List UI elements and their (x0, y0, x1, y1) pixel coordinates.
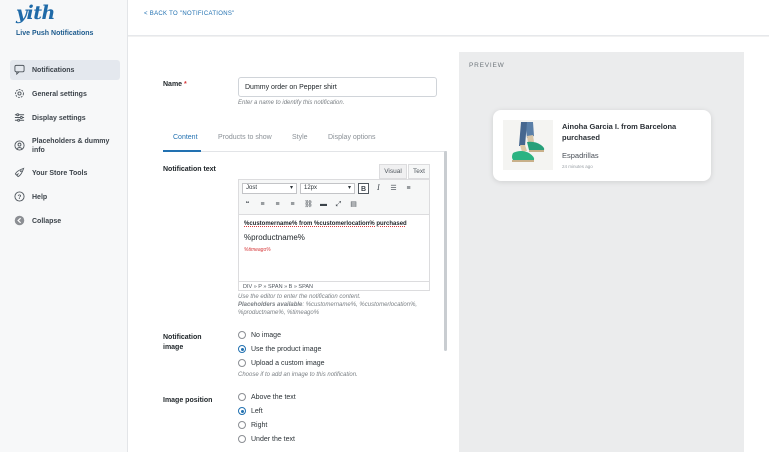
radio-right[interactable]: Right (238, 421, 267, 429)
editor-tab-visual[interactable]: Visual (379, 164, 407, 179)
align-center-icon[interactable]: ≡ (272, 199, 283, 210)
sidebar-item-label: Placeholders & dummy info (32, 138, 110, 154)
sliders-icon (14, 113, 25, 122)
radio-circle (238, 435, 246, 443)
editor-toolbar: Jost ▾ 12px ▾ B I ☰ ≡ “ ≡ ≡ ≡ ⛓ ▬ ⤢ ▤ (239, 180, 429, 215)
name-input[interactable]: Dummy order on Pepper shirt (238, 77, 437, 97)
sidebar-item-label: General settings (32, 91, 87, 98)
notification-image-label: Notification image (163, 334, 202, 351)
back-to-notifications-link[interactable]: < BACK TO "NOTIFICATIONS" (144, 11, 235, 17)
sidebar-item-notifications[interactable]: Notifications (10, 60, 120, 80)
sidebar-item-general-settings[interactable]: General settings (10, 84, 120, 104)
editor-line-timeago: %timeago% (244, 247, 271, 253)
sidebar-item-help[interactable]: ? Help (10, 187, 120, 207)
bullet-list-icon[interactable]: ☰ (388, 183, 399, 194)
radio-above-text[interactable]: Above the text (238, 393, 296, 401)
name-hint: Enter a name to identify this notificati… (238, 100, 345, 106)
name-label: Name * (163, 81, 187, 88)
sidebar-item-label: Display settings (32, 115, 86, 122)
font-size-select[interactable]: 12px ▾ (300, 183, 355, 194)
notification-preview-card: Ainoha Garcia I. from Barcelona purchase… (493, 110, 711, 181)
editor-tab-text[interactable]: Text (408, 164, 430, 179)
blockquote-icon[interactable]: “ (242, 199, 253, 210)
tab-content[interactable]: Content (173, 134, 198, 141)
radio-no-image[interactable]: No image (238, 331, 281, 339)
align-right-icon[interactable]: ≡ (287, 199, 298, 210)
sidebar-item-label: Notifications (32, 67, 75, 74)
read-more-icon[interactable]: ▬ (318, 199, 329, 210)
editor-line-customer: %customername% from %customerlocation% p… (244, 221, 407, 227)
radio-circle (238, 393, 246, 401)
image-hint: Choose if to add an image to this notifi… (238, 372, 358, 378)
collapse-icon (14, 215, 25, 226)
toolbar-toggle-icon[interactable]: ▤ (348, 199, 359, 210)
user-circle-icon (14, 140, 25, 151)
chevron-down-icon: ▾ (347, 185, 351, 191)
preview-panel: PREVIEW Ainoha Garcia I. from Barcelona … (459, 52, 744, 452)
sidebar: yith Live Push Notifications Notificatio… (0, 0, 128, 452)
settings-tabs: Content Products to show Style Display o… (163, 131, 447, 152)
numbered-list-icon[interactable]: ≡ (403, 183, 414, 194)
font-family-select[interactable]: Jost ▾ (242, 183, 297, 194)
preview-title: PREVIEW (469, 62, 505, 69)
bold-icon[interactable]: B (358, 183, 369, 194)
radio-circle (238, 331, 246, 339)
align-left-icon[interactable]: ≡ (257, 199, 268, 210)
sidebar-item-label: Help (32, 194, 48, 201)
preview-card-product: Espadrillas (562, 151, 599, 160)
chevron-down-icon: ▾ (289, 185, 293, 191)
preview-card-title: Ainoha Garcia I. from Barcelona purchase… (562, 122, 677, 142)
editor-line-product: %productname% (244, 233, 305, 242)
sidebar-item-store-tools[interactable]: Your Store Tools (10, 163, 120, 183)
top-bar: < BACK TO "NOTIFICATIONS" (128, 0, 769, 36)
radio-left[interactable]: Left (238, 407, 263, 415)
sidebar-item-display-settings[interactable]: Display settings (10, 108, 120, 128)
radio-under-text[interactable]: Under the text (238, 435, 295, 443)
plugin-name: Live Push Notifications (16, 30, 94, 37)
preview-card-time: 24 minutes ago (562, 164, 593, 169)
main-panel: Name * Dummy order on Pepper shirt Enter… (128, 37, 769, 452)
svg-text:?: ? (18, 194, 22, 201)
tab-display-options[interactable]: Display options (328, 134, 375, 141)
help-icon: ? (14, 191, 25, 202)
radio-circle (238, 345, 246, 353)
radio-circle (238, 421, 246, 429)
italic-icon[interactable]: I (373, 183, 384, 194)
rich-text-editor: Jost ▾ 12px ▾ B I ☰ ≡ “ ≡ ≡ ≡ ⛓ ▬ ⤢ ▤ %cus… (238, 179, 430, 291)
image-position-label: Image position (163, 397, 213, 404)
gear-icon (15, 89, 24, 98)
sidebar-item-label: Collapse (32, 218, 62, 225)
notification-text-label: Notification text (163, 166, 216, 173)
sidebar-item-label: Your Store Tools (32, 170, 88, 177)
active-tab-indicator (163, 150, 201, 152)
shoe-product-image (503, 120, 553, 170)
radio-circle (238, 359, 246, 367)
scrollbar[interactable] (444, 151, 447, 351)
radio-upload-custom-image[interactable]: Upload a custom image (238, 359, 325, 367)
product-image (503, 120, 553, 170)
tab-products-to-show[interactable]: Products to show (218, 134, 272, 141)
fullscreen-icon[interactable]: ⤢ (333, 199, 344, 210)
sidebar-item-placeholders[interactable]: Placeholders & dummy info (10, 132, 120, 158)
editor-content[interactable]: %customername% from %customerlocation% p… (244, 221, 424, 253)
link-icon[interactable]: ⛓ (303, 199, 314, 210)
tab-style[interactable]: Style (292, 134, 308, 141)
yith-logo[interactable]: yith (16, 2, 55, 24)
rocket-icon (14, 167, 25, 178)
chat-bubble-icon (14, 64, 25, 75)
editor-path-bar: DIV » P » SPAN » B » SPAN (239, 281, 429, 291)
sidebar-item-collapse[interactable]: Collapse (10, 211, 120, 231)
editor-hint: Use the editor to enter the notification… (238, 294, 418, 316)
radio-circle (238, 407, 246, 415)
required-asterisk: * (184, 81, 187, 88)
radio-use-product-image[interactable]: Use the product image (238, 345, 321, 353)
